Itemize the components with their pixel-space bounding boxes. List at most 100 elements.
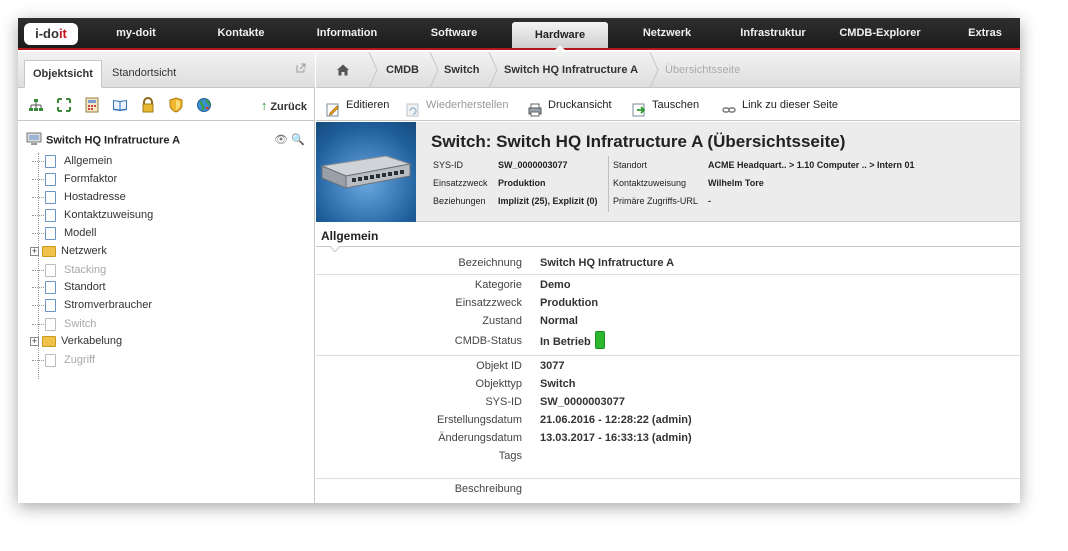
link-to-page-button[interactable]: Link zu dieser Seite: [722, 89, 838, 121]
breadcrumb: CMDB Switch Switch HQ Infratructure A Üb…: [316, 52, 1020, 88]
tree-item-stromverbraucher[interactable]: Stromverbraucher: [32, 297, 152, 313]
tree-item-label: Standort: [64, 281, 106, 293]
field-einsatzzweck: Einsatzzweck Produktion: [316, 297, 1020, 315]
calculator-icon[interactable]: [84, 97, 100, 113]
tree-tools: 👁 🔍: [274, 133, 305, 146]
tree-item-verkabelung[interactable]: + Verkabelung: [30, 333, 122, 349]
field-label: Beschreibung: [454, 483, 522, 495]
field-objekttyp: Objekttyp Switch: [316, 378, 1020, 396]
tree-item-label: Stromverbraucher: [64, 299, 153, 311]
tree-item-allgemein[interactable]: Allgemein: [32, 153, 112, 169]
book-icon[interactable]: [112, 97, 128, 113]
field-label: Objekttyp: [475, 378, 522, 390]
action-toolbar: Editieren Wiederherstellen Druckansicht …: [316, 89, 1020, 121]
eye-icon[interactable]: 👁: [274, 134, 288, 146]
nav-item-infrastruktur[interactable]: Infrastruktur: [730, 18, 816, 48]
field-label: Einsatzzweck: [455, 297, 522, 309]
logo-text-accent: it: [58, 26, 67, 41]
tree-item-hostadresse[interactable]: Hostadresse: [32, 189, 126, 205]
folder-icon: [42, 335, 56, 347]
breadcrumb-object[interactable]: Switch HQ Infratructure A: [504, 52, 638, 88]
field-zustand: Zustand Normal: [316, 315, 1020, 333]
edit-label: Editieren: [346, 99, 390, 111]
field-label: Kategorie: [474, 279, 522, 291]
object-header: Switch: Switch HQ Infratructure A (Übers…: [316, 122, 1020, 222]
tree-item-formfaktor[interactable]: Formfaktor: [32, 171, 117, 187]
document-icon: [45, 280, 56, 294]
nav-item-information[interactable]: Information: [308, 18, 386, 48]
nav-item-hardware[interactable]: Hardware: [512, 22, 608, 50]
lock-icon[interactable]: [140, 97, 156, 113]
edit-button[interactable]: Editieren: [326, 89, 389, 121]
expand-icon[interactable]: [56, 97, 72, 113]
expand-toggle-icon[interactable]: +: [30, 246, 39, 256]
search-icon[interactable]: 🔍: [291, 134, 305, 146]
status-color-indicator: [594, 331, 605, 349]
document-icon: [45, 226, 56, 240]
swap-button[interactable]: Tauschen: [632, 89, 699, 121]
shield-icon[interactable]: [168, 97, 184, 113]
tree-item-kontaktzuweisung[interactable]: Kontaktzuweisung: [32, 207, 153, 223]
field-label: Änderungsdatum: [438, 432, 522, 444]
document-icon: [45, 263, 56, 277]
nav-item-netzwerk[interactable]: Netzwerk: [632, 18, 702, 48]
location-value[interactable]: ACME Headquart.. > 1.10 Computer .. > In…: [708, 160, 915, 170]
nav-item-extras[interactable]: Extras: [960, 18, 1010, 48]
nav-item-kontakte[interactable]: Kontakte: [203, 18, 279, 48]
tree-item-label: Formfaktor: [64, 173, 118, 185]
field-value: Demo: [540, 279, 571, 291]
breadcrumb-cmdb[interactable]: CMDB: [386, 52, 419, 88]
field-value: SW_0000003077: [540, 396, 626, 408]
tree-item-label: Netzwerk: [61, 245, 107, 257]
relations-label: Beziehungen: [433, 196, 486, 206]
tree-item-label: Verkabelung: [61, 335, 123, 347]
purpose-label: Einsatzzweck: [433, 178, 488, 188]
tree-item-standort[interactable]: Standort: [32, 279, 106, 295]
external-link-icon[interactable]: [295, 62, 307, 74]
print-view-button[interactable]: Druckansicht: [528, 89, 612, 121]
relations-value[interactable]: Implizit (25), Explizit (0): [498, 196, 598, 206]
tree-item-netzwerk[interactable]: + Netzwerk: [30, 243, 107, 259]
restore-icon: [406, 98, 420, 117]
contact-value[interactable]: Wilhelm Tore: [708, 178, 764, 188]
field-bezeichnung: Bezeichnung Switch HQ Infratructure A: [316, 257, 1020, 275]
purpose-value: Produktion: [498, 178, 546, 188]
field-value: In Betrieb: [540, 335, 591, 348]
back-button[interactable]: ↑ Zurück: [261, 98, 307, 113]
section-title: Allgemein: [321, 229, 379, 243]
top-navigation: i-doit my-doit Kontakte Information Soft…: [18, 18, 1020, 50]
restore-label: Wiederherstellen: [426, 99, 509, 111]
breadcrumb-separator: [368, 52, 378, 88]
network-icon[interactable]: [28, 97, 44, 113]
left-panel: Objektsicht Standortsicht ↑ Zurück Switc…: [18, 52, 315, 503]
tree-item-label: Switch: [64, 318, 97, 330]
breadcrumb-separator: [429, 52, 439, 88]
document-icon: [45, 353, 56, 367]
tree-root-label: Switch HQ Infratructure A: [46, 134, 181, 147]
nav-item-software[interactable]: Software: [418, 18, 490, 48]
tab-objektsicht[interactable]: Objektsicht: [24, 60, 102, 88]
tab-standortsicht[interactable]: Standortsicht: [104, 60, 184, 88]
left-tabs: Objektsicht Standortsicht: [18, 52, 315, 88]
restore-button: Wiederherstellen: [406, 89, 509, 121]
folder-icon: [42, 245, 56, 257]
tree-item-label: Hostadresse: [64, 191, 126, 203]
document-icon: [45, 154, 56, 168]
tree-root[interactable]: Switch HQ Infratructure A: [26, 132, 180, 149]
i-doit-logo[interactable]: i-doit: [24, 23, 78, 45]
tree-item-label: Stacking: [64, 264, 107, 276]
logo-text: i-do: [35, 26, 59, 41]
breadcrumb-switch[interactable]: Switch: [444, 52, 479, 88]
tree-item-label: Zugriff: [64, 354, 95, 366]
document-icon: [45, 190, 56, 204]
nav-item-my-doit[interactable]: my-doit: [98, 18, 174, 48]
home-icon[interactable]: [336, 63, 350, 77]
tree-item-modell[interactable]: Modell: [32, 225, 96, 241]
nav-item-cmdb-explorer[interactable]: CMDB-Explorer: [830, 18, 930, 48]
sysid-label: SYS-ID: [433, 160, 464, 170]
field-cmdb-status: CMDB-Status In Betrieb: [316, 331, 1020, 353]
globe-icon[interactable]: [196, 97, 212, 113]
tree-item-label: Kontaktzuweisung: [64, 209, 154, 221]
document-icon: [45, 172, 56, 186]
expand-toggle-icon[interactable]: +: [30, 336, 39, 346]
